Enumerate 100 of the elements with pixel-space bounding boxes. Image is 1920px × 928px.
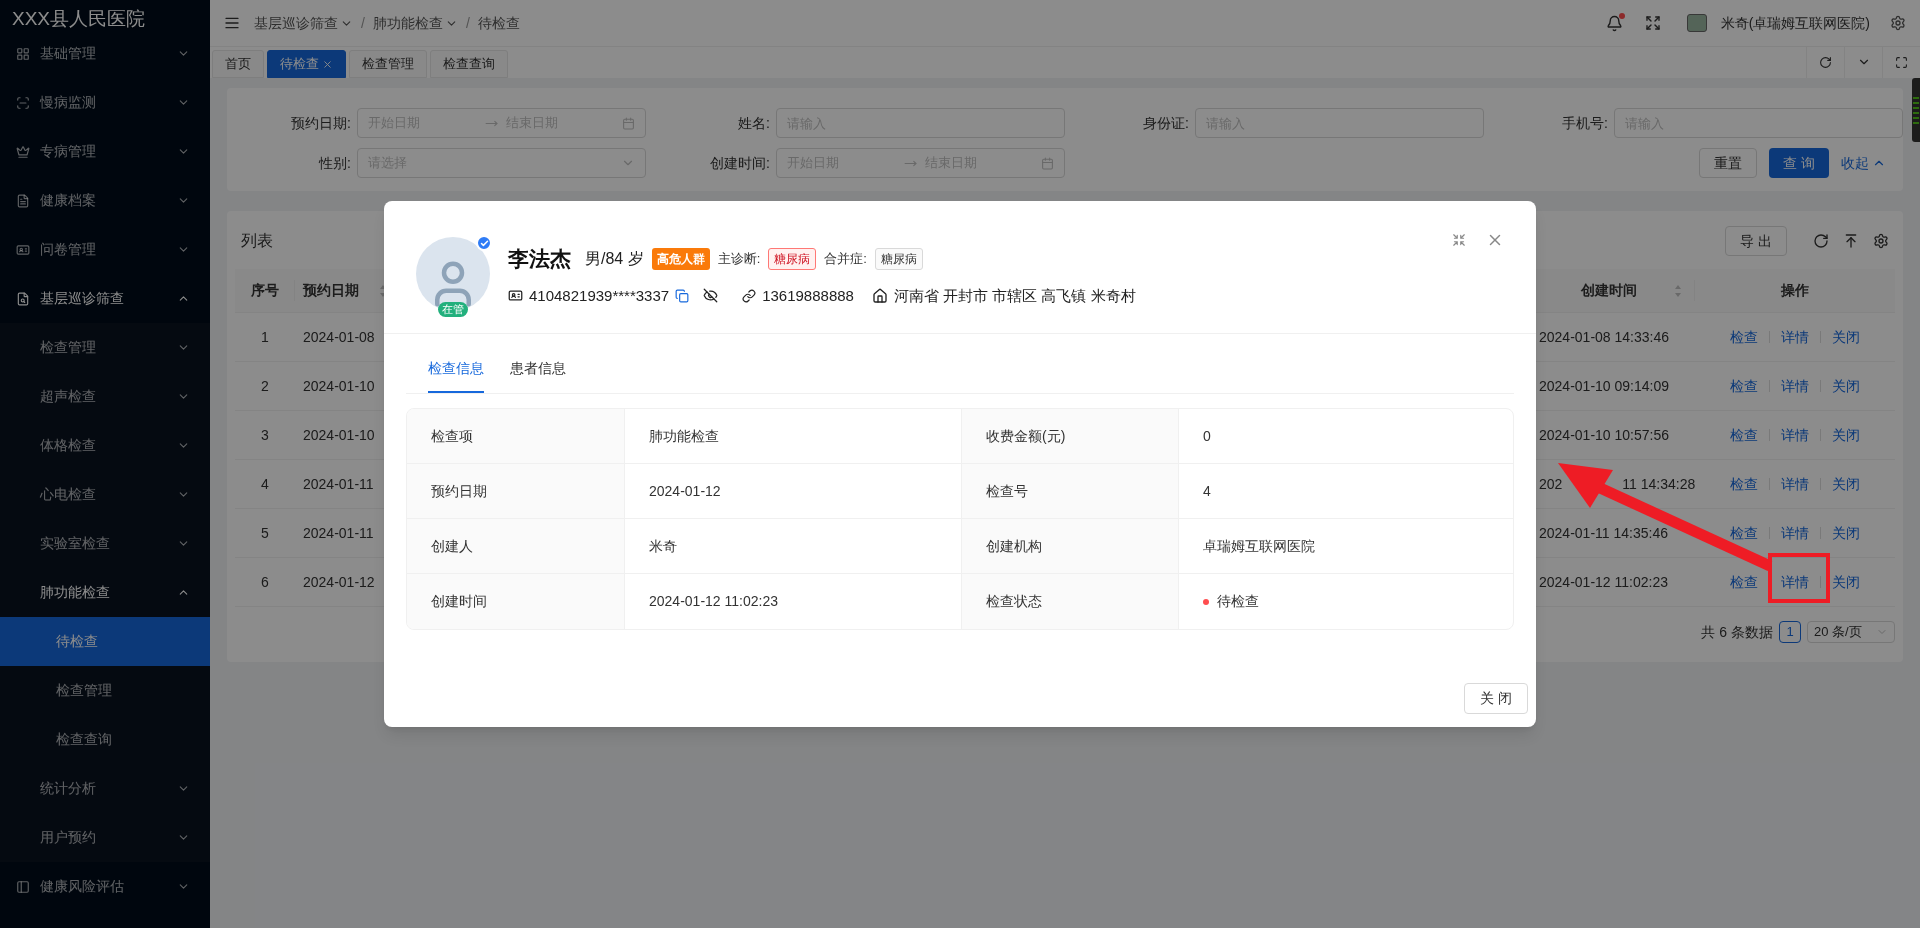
sidebar-item[interactable]: 专病管理 [0, 127, 210, 176]
table-cell-text: 202 [1539, 474, 1563, 494]
action-link[interactable]: 检查 [1730, 424, 1758, 446]
notification-button[interactable] [1605, 14, 1623, 32]
tag-label: 主诊断: [717, 250, 761, 268]
action-link[interactable]: 详情 [1781, 424, 1809, 446]
detail-value: 米奇 [649, 536, 677, 556]
action-link[interactable]: 详情 [1781, 522, 1809, 544]
column-header: 操作 [1780, 281, 1810, 300]
page-tab[interactable]: 检查管理 [349, 50, 427, 78]
settings-icon[interactable] [1873, 233, 1889, 249]
avatar [1686, 14, 1707, 32]
page-size-select[interactable]: 20 条/页 [1807, 621, 1895, 643]
sidebar-item[interactable]: 实验室检查 [0, 519, 210, 568]
table-cell-text: 6 [260, 572, 270, 592]
page-number[interactable]: 1 [1779, 621, 1801, 643]
export-button[interactable]: 导 出 [1725, 226, 1787, 256]
field-label: 性别: [317, 153, 352, 173]
tab[interactable]: 检查信息 [428, 358, 484, 393]
user-name[interactable]: 米奇(卓瑞姆互联网医院) [1720, 12, 1870, 34]
menu-label: 待检查 [56, 632, 99, 651]
table-cell-text: 2024-01-08 14:33:46 [1539, 327, 1669, 347]
menu-label: 检查管理 [56, 681, 113, 700]
table-cell-text: 2024-01-10 10:57:56 [1539, 425, 1669, 445]
sidebar-item[interactable]: 健康档案 [0, 176, 210, 225]
action-link[interactable]: 关闭 [1832, 522, 1860, 544]
action-link[interactable]: 关闭 [1832, 375, 1860, 397]
action-link[interactable]: 检查 [1730, 375, 1758, 397]
sidebar-item[interactable]: 用户预约 [0, 813, 210, 862]
eye-off-icon[interactable] [703, 288, 719, 304]
collapse-link[interactable]: 收起 [1841, 152, 1886, 174]
breadcrumb-link[interactable]: 肺功能检查 [372, 12, 458, 34]
table-cell-text: 11 14:34:28 [1622, 474, 1696, 494]
bell-icon [1605, 14, 1623, 32]
link-icon [742, 288, 757, 303]
action-link[interactable]: 关闭 [1832, 424, 1860, 446]
breadcrumb-link[interactable]: 基层巡诊筛查 [254, 12, 353, 34]
tab[interactable]: 患者信息 [510, 358, 566, 393]
sidebar-item[interactable]: 检查管理 [0, 666, 210, 715]
page-tab[interactable]: 检查查询 [430, 50, 508, 78]
action-link[interactable]: 检查 [1730, 571, 1758, 593]
action-link[interactable]: 检查 [1730, 326, 1758, 348]
menu-label: 检查查询 [56, 730, 113, 749]
action-link[interactable]: 检查 [1730, 522, 1758, 544]
menu-label: 肺功能检查 [40, 583, 111, 602]
menu-label: 统计分析 [40, 779, 97, 798]
settings-icon[interactable] [1890, 15, 1906, 31]
sidebar-item[interactable]: 基础管理 [0, 29, 210, 78]
close-button[interactable]: 关 闭 [1464, 683, 1528, 714]
action-link[interactable]: 详情 [1781, 571, 1809, 593]
sidebar-item[interactable]: 检查查询 [0, 715, 210, 764]
detail-label: 创建时间 [407, 574, 625, 629]
sidebar-item[interactable]: 基层巡诊筛查 [0, 274, 210, 323]
page-tab[interactable]: 待检查 [267, 50, 346, 78]
table-cell-text: 2024-01-11 [302, 523, 375, 543]
address: 河南省 开封市 市辖区 高飞镇 米奇村 [893, 285, 1136, 306]
page-tab[interactable]: 首页 [212, 50, 264, 78]
reset-button[interactable]: 重置 [1699, 148, 1758, 178]
phone-number: 13619888888 [762, 285, 854, 306]
sidebar-item[interactable]: 待检查 [0, 617, 210, 666]
tag-label: 合并症: [824, 250, 867, 268]
action-link[interactable]: 关闭 [1832, 326, 1860, 348]
breadcrumb-link[interactable]: 待检查 [477, 12, 520, 34]
sidebar-item[interactable]: 慢病监测 [0, 78, 210, 127]
detail-value: 卓瑞姆互联网医院 [1203, 536, 1315, 556]
detail-label: 检查号 [961, 464, 1179, 519]
action-link[interactable]: 关闭 [1832, 571, 1860, 593]
table-cell-text: 3 [260, 425, 270, 445]
table-cell-text: 2024-01-08 [302, 327, 376, 347]
detail-value: 4 [1203, 481, 1211, 501]
search-button[interactable]: 查 询 [1769, 148, 1829, 178]
column-header: 预约日期 [303, 281, 359, 300]
maximize-icon [1895, 55, 1908, 69]
menu-label: 基层巡诊筛查 [40, 289, 125, 308]
refresh-icon[interactable] [1813, 233, 1829, 249]
gender-age: 男/84 岁 [585, 248, 644, 269]
menu-label: 体格检查 [40, 436, 97, 455]
sidebar-item[interactable]: 检查管理 [0, 323, 210, 372]
action-link[interactable]: 检查 [1730, 473, 1758, 495]
floating-widget[interactable] [1912, 78, 1920, 142]
detail-label: 创建人 [407, 519, 625, 574]
action-link[interactable]: 详情 [1781, 375, 1809, 397]
sidebar-item[interactable]: 心电检查 [0, 470, 210, 519]
sidebar-item[interactable]: 健康风险评估 [0, 862, 210, 911]
detail-value: 2024-01-12 11:02:23 [649, 592, 778, 611]
table-cell-text: 2024-01-10 09:14:09 [1539, 376, 1669, 396]
row-height-icon[interactable] [1843, 233, 1859, 249]
collapse-icon[interactable] [1452, 233, 1466, 247]
action-link[interactable]: 详情 [1781, 473, 1809, 495]
action-link[interactable]: 关闭 [1832, 473, 1860, 495]
sidebar-item[interactable]: 统计分析 [0, 764, 210, 813]
copy-icon[interactable] [675, 288, 690, 303]
action-link[interactable]: 详情 [1781, 326, 1809, 348]
field-label: 预约日期: [290, 113, 352, 133]
sidebar-item[interactable]: 问卷管理 [0, 225, 210, 274]
sidebar-item[interactable]: 体格检查 [0, 421, 210, 470]
sidebar-item[interactable]: 超声检查 [0, 372, 210, 421]
close-icon[interactable] [322, 58, 333, 70]
sidebar-item[interactable]: 肺功能检查 [0, 568, 210, 617]
fullscreen-icon[interactable] [1644, 15, 1661, 31]
